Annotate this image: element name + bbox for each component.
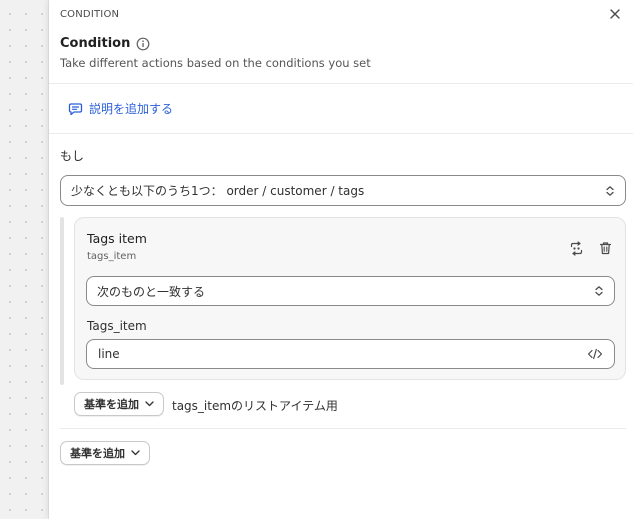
panel-title: Condition — [60, 36, 131, 51]
list-item-note: tags_itemのリストアイテム用 — [172, 399, 338, 413]
divider — [49, 83, 633, 84]
workflow-canvas-edge — [0, 0, 49, 519]
chevron-updown-icon — [606, 185, 614, 196]
tags-item-label: Tags_item — [87, 319, 147, 333]
add-criterion-label: 基準を追加 — [84, 398, 139, 411]
divider — [60, 428, 626, 429]
code-icon — [587, 348, 603, 360]
add-root-criterion-button[interactable]: 基準を追加 — [60, 441, 150, 465]
title-row: Condition — [60, 36, 150, 51]
chevron-down-icon — [131, 450, 140, 456]
close-icon — [610, 9, 620, 19]
chevron-updown-icon — [595, 286, 603, 296]
chat-plus-icon — [68, 102, 83, 115]
tags-item-value: line — [98, 347, 120, 361]
tags-item-input[interactable]: line — [86, 339, 615, 369]
panel-subtitle: Take different actions based on the cond… — [60, 56, 371, 70]
trash-icon — [599, 242, 611, 255]
delete-button[interactable] — [596, 239, 614, 257]
criterion-title: Tags item — [87, 231, 147, 246]
swap-button[interactable] — [567, 239, 585, 257]
info-icon[interactable] — [136, 37, 150, 51]
divider — [49, 133, 633, 134]
condition-panel: CONDITION Condition Take different actio… — [49, 0, 633, 519]
criterion-card: Tags item tags_item 次のものと一致する Tags_item … — [74, 217, 626, 380]
condition-group-bar — [60, 217, 64, 385]
condition-scope-value: 少なくとも以下のうち1つ： order / customer / tags — [71, 184, 365, 198]
if-label: もし — [60, 149, 85, 163]
swap-icon — [570, 240, 582, 256]
add-description-label: 説明を追加する — [89, 102, 174, 116]
condition-scope-select[interactable]: 少なくとも以下のうち1つ： order / customer / tags — [60, 175, 626, 206]
add-criterion-button[interactable]: 基準を追加 — [74, 392, 164, 416]
chevron-down-icon — [145, 401, 154, 407]
variable-button[interactable] — [587, 348, 603, 360]
operator-select[interactable]: 次のものと一致する — [86, 276, 615, 306]
add-description-button[interactable]: 説明を追加する — [68, 100, 173, 117]
criterion-subtitle: tags_item — [87, 251, 137, 262]
operator-value: 次のものと一致する — [97, 284, 206, 299]
panel-eyebrow: CONDITION — [60, 9, 120, 20]
add-root-criterion-label: 基準を追加 — [70, 447, 125, 460]
close-button[interactable] — [606, 5, 624, 23]
